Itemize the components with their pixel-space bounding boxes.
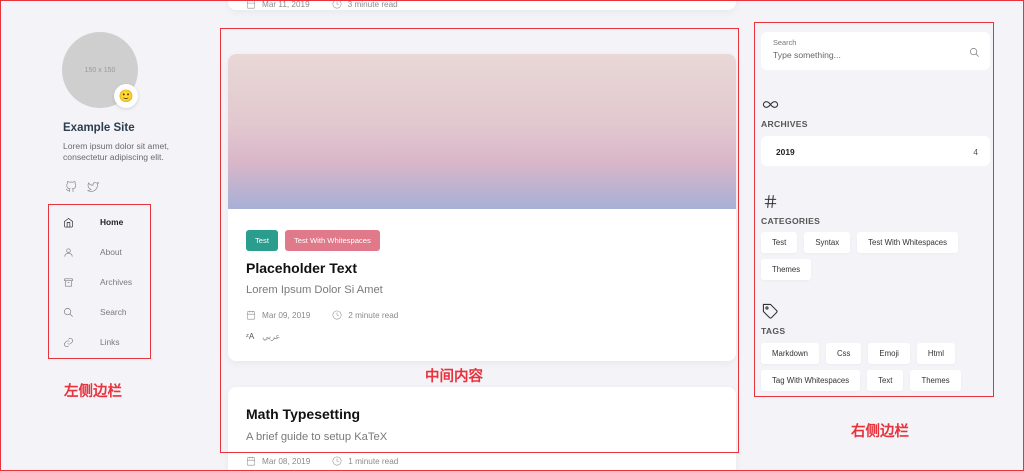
previous-post-meta: Mar 11, 2019 3 minute read [246, 0, 398, 9]
nav-label: About [100, 247, 122, 257]
tag-test[interactable]: Test [246, 230, 278, 251]
category-chip[interactable]: Test [761, 232, 798, 253]
tag-icon [762, 303, 779, 325]
clock-icon [332, 0, 342, 9]
nav-item-links[interactable]: Links [63, 327, 148, 357]
clock-icon [332, 310, 342, 320]
github-icon[interactable] [65, 180, 77, 198]
archives-heading: ARCHIVES [761, 119, 808, 129]
avatar-placeholder-text: 150 x 150 [84, 66, 116, 74]
twitter-icon[interactable] [87, 180, 100, 198]
nav-label: Links [100, 337, 120, 347]
search-label: Search [773, 38, 797, 47]
post-subtitle: A brief guide to setup KaTeX [246, 431, 388, 443]
reading-time: 1 minute read [348, 456, 399, 466]
nav-item-archives[interactable]: Archives [63, 267, 148, 297]
archive-year: 2019 [776, 147, 795, 157]
category-chip[interactable]: Themes [761, 259, 812, 280]
tag-chip[interactable]: Emoji [868, 343, 910, 364]
right-sidebar-annotation: 右侧边栏 [851, 424, 909, 440]
emoji-badge: 🙂 [114, 84, 138, 108]
search-widget: Search [761, 32, 990, 70]
post-tags: Test Test With Whitespaces [246, 230, 380, 251]
social-links [65, 180, 100, 198]
clock-icon [332, 456, 342, 466]
post-meta: Mar 08, 2019 1 minute read [246, 456, 398, 466]
post-date: Mar 09, 2019 [262, 310, 311, 320]
tag-chip[interactable]: Css [825, 343, 862, 364]
link-icon [64, 337, 73, 347]
hash-icon [762, 193, 779, 215]
nav-item-about[interactable]: About [63, 237, 148, 267]
home-icon [64, 217, 73, 227]
search-icon [64, 307, 73, 317]
nav-label: Archives [100, 277, 133, 287]
user-icon [64, 248, 73, 257]
nav-item-search[interactable]: Search [63, 297, 148, 327]
left-sidebar-annotation: 左侧边栏 [64, 384, 122, 400]
nav-label: Home [100, 217, 124, 227]
tag-test-with-whitespaces[interactable]: Test With Whitespaces [284, 230, 380, 251]
translate-icon: ᶻA [246, 332, 255, 341]
post-title[interactable]: Math Typesetting [246, 406, 360, 422]
site-title[interactable]: Example Site [63, 122, 135, 134]
tag-chip[interactable]: Tag With Whitespaces [761, 370, 861, 391]
main-content-annotation: 中间内容 [425, 369, 483, 385]
post-translations: ᶻA عربي [246, 332, 280, 341]
tag-chip[interactable]: Text [867, 370, 904, 391]
categories-heading: CATEGORIES [761, 216, 821, 226]
calendar-icon [246, 456, 256, 466]
category-chip[interactable]: Syntax [804, 232, 851, 253]
tag-chip[interactable]: Markdown [761, 343, 819, 364]
search-icon[interactable] [969, 45, 980, 57]
reading-time: 2 minute read [348, 310, 399, 320]
site-description: Lorem ipsum dolor sit amet, consectetur … [63, 141, 170, 162]
category-chip[interactable]: Test With Whitespaces [857, 232, 959, 253]
tags-heading: TAGS [761, 326, 786, 336]
sidebar-nav: Home About Archives Search Links [63, 207, 148, 357]
tags-list: Markdown Css Emoji Html Tag With Whitesp… [761, 343, 991, 391]
post-title[interactable]: Placeholder Text [246, 260, 357, 276]
right-sidebar-annotation-box [754, 22, 994, 397]
post-date: Mar 08, 2019 [262, 456, 311, 466]
post-date: Mar 11, 2019 [262, 0, 310, 9]
nav-label: Search [100, 307, 127, 317]
post-cover-image[interactable] [228, 54, 736, 209]
translation-link[interactable]: عربي [262, 332, 280, 341]
post-meta: Mar 09, 2019 2 minute read [246, 310, 398, 320]
tag-chip[interactable]: Themes [910, 370, 961, 391]
archive-count: 4 [973, 147, 978, 157]
calendar-icon [246, 0, 256, 9]
reading-time: 3 minute read [347, 0, 398, 9]
post-card[interactable]: Test Test With Whitespaces Placeholder T… [228, 54, 736, 361]
infinity-icon [762, 96, 779, 118]
categories-list: Test Syntax Test With Whitespaces Themes [761, 232, 991, 280]
archive-icon [64, 278, 73, 286]
nav-item-home[interactable]: Home [63, 207, 148, 237]
search-input[interactable] [773, 50, 953, 60]
emoji-icon: 🙂 [118, 89, 134, 103]
post-subtitle: Lorem Ipsum Dolor Si Amet [246, 284, 383, 296]
calendar-icon [246, 310, 256, 320]
archive-item-2019[interactable]: 2019 4 [761, 136, 990, 166]
tag-chip[interactable]: Html [916, 343, 955, 364]
